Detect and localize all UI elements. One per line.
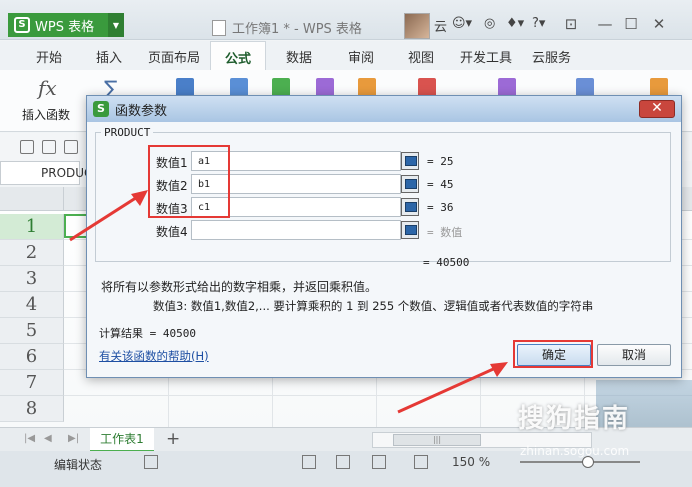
cancel-button[interactable]: 取消 xyxy=(597,344,671,366)
next-sheet-icon[interactable]: ▶| xyxy=(68,433,79,444)
arg-result: = 36 xyxy=(427,201,454,214)
range-select-icon[interactable] xyxy=(401,198,419,216)
window-title: 工作簿1 * - WPS 表格 xyxy=(212,18,362,37)
tab-review[interactable]: 审阅 xyxy=(348,47,374,66)
first-sheet-icon[interactable]: |◀ xyxy=(24,433,35,444)
row-header[interactable]: 6 xyxy=(0,344,64,370)
name-box[interactable]: PRODUC xyxy=(0,161,92,185)
normal-view-icon[interactable] xyxy=(302,455,316,469)
range-select-icon[interactable] xyxy=(401,221,419,239)
help-icon[interactable]: ?▾ xyxy=(532,16,545,31)
tab-cloud[interactable]: 云服务 xyxy=(532,47,571,66)
document-icon xyxy=(212,19,226,36)
arg-result: = 45 xyxy=(427,178,454,191)
page-layout-view-icon[interactable] xyxy=(372,455,386,469)
arg-input-4[interactable] xyxy=(191,220,401,240)
status-mode: 编辑状态 xyxy=(54,458,103,472)
formula-total: = 40500 xyxy=(423,256,470,269)
tab-page-layout[interactable]: 页面布局 xyxy=(148,47,200,66)
dialog-title: 函数参数 xyxy=(115,103,168,119)
tab-home[interactable]: 开始 xyxy=(36,47,62,66)
highlight-box-ok xyxy=(513,340,593,368)
skin-icon[interactable]: ◎ xyxy=(484,16,495,31)
tab-developer[interactable]: 开发工具 xyxy=(460,47,512,66)
function-name: PRODUCT xyxy=(101,126,154,139)
function-description: 将所有以参数形式给出的数字相乘，并返回乘积值。 xyxy=(101,280,378,294)
maximize-button[interactable]: ☐ xyxy=(620,14,642,34)
print-icon[interactable] xyxy=(64,140,78,154)
help-link[interactable]: 有关该函数的帮助(H) xyxy=(99,348,209,364)
row-header[interactable]: 1 xyxy=(0,214,64,240)
dialog-title-bar[interactable]: S 函数参数 xyxy=(87,96,681,122)
row-header[interactable]: 2 xyxy=(0,240,64,266)
user-name[interactable]: 云 xyxy=(434,16,447,35)
function-arguments-dialog: S 函数参数 ✕ PRODUCT 数值1 a1 = 25 数值2 b1 = 45… xyxy=(86,95,682,378)
fx-icon[interactable]: fx xyxy=(38,76,57,100)
row-header[interactable]: 3 xyxy=(0,266,64,292)
tab-data[interactable]: 数据 xyxy=(286,47,312,66)
row-header[interactable]: 8 xyxy=(0,396,64,422)
prev-sheet-icon[interactable]: ◀ xyxy=(44,433,52,444)
argument-description: 数值3: 数值1,数值2,... 要计算乘积的 1 到 255 个数值、逻辑值或… xyxy=(153,299,594,313)
reading-mode-icon[interactable] xyxy=(414,455,428,469)
row-header[interactable]: 4 xyxy=(0,292,64,318)
wps-logo-icon: S xyxy=(93,101,109,117)
save-icon[interactable] xyxy=(42,140,56,154)
app-menu-button[interactable]: S WPS 表格 ▼ xyxy=(8,13,124,37)
dialog-close-button[interactable]: ✕ xyxy=(639,100,675,118)
row-header[interactable]: 5 xyxy=(0,318,64,344)
calculation-result: 计算结果 = 40500 xyxy=(99,327,196,340)
add-sheet-button[interactable]: + xyxy=(166,429,180,449)
chevron-down-icon[interactable]: ▼ xyxy=(108,13,124,37)
restore-ribbon-icon[interactable]: ⊡ xyxy=(560,14,582,34)
row-header[interactable]: 7 xyxy=(0,370,64,396)
open-icon[interactable] xyxy=(20,140,34,154)
arg-label: 数值4 xyxy=(156,225,188,239)
minimize-button[interactable]: — xyxy=(594,14,616,34)
range-select-icon[interactable] xyxy=(401,152,419,170)
zoom-level[interactable]: 150 % xyxy=(452,455,490,469)
page-break-view-icon[interactable] xyxy=(336,455,350,469)
select-all-corner[interactable] xyxy=(0,187,64,211)
scrollbar-thumb[interactable]: ||| xyxy=(393,434,481,446)
avatar[interactable] xyxy=(404,13,430,39)
smiley-icon[interactable]: ☺▾ xyxy=(452,16,472,31)
watermark-brand: 搜狗指南 xyxy=(518,404,631,434)
close-button[interactable]: ✕ xyxy=(648,14,670,34)
arg-result: = 数值 xyxy=(427,226,463,239)
watermark-url: zhinan.sogou.com xyxy=(520,444,630,458)
tab-view[interactable]: 视图 xyxy=(408,47,434,66)
shirt-icon[interactable]: ♦▾ xyxy=(506,16,524,31)
tab-insert[interactable]: 插入 xyxy=(96,47,122,66)
arg-result: = 25 xyxy=(427,155,454,168)
insert-function-button[interactable]: 插入函数 xyxy=(22,106,70,123)
range-select-icon[interactable] xyxy=(401,175,419,193)
macro-icon[interactable] xyxy=(144,455,158,469)
app-name: WPS 表格 xyxy=(35,19,95,35)
zoom-slider[interactable] xyxy=(520,456,640,468)
sheet-tab[interactable]: 工作表1 xyxy=(90,428,154,452)
tab-formulas[interactable]: 公式 xyxy=(210,41,267,71)
ribbon-tabs: 开始 插入 页面布局 公式 数据 审阅 视图 开发工具 云服务 xyxy=(0,41,692,71)
wps-logo-icon: S xyxy=(14,17,30,33)
title-bar: S WPS 表格 ▼ 工作簿1 * - WPS 表格 云 ☺▾ ◎ ♦▾ ?▾ … xyxy=(0,0,692,40)
highlight-box-arguments xyxy=(148,145,230,218)
